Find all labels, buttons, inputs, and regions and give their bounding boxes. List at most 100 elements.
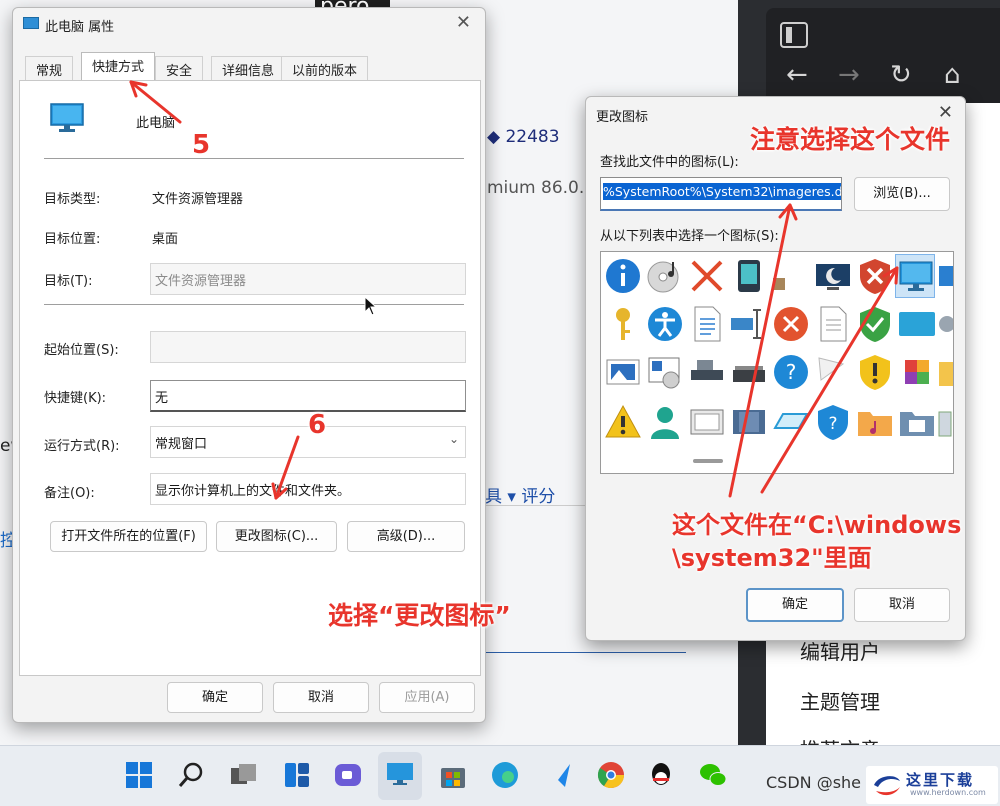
- target-type-label: 目标类型:: [44, 192, 101, 207]
- menu-item-recommend[interactable]: 推荐文章: [800, 734, 880, 745]
- drive-tag-icon[interactable]: [771, 402, 811, 442]
- cd-audio-icon[interactable]: [645, 256, 685, 296]
- icon-file-path-value: %SystemRoot%\System32\imageres.dll: [603, 183, 841, 200]
- accessibility-icon[interactable]: [645, 304, 685, 344]
- annotation-note-location: 这个文件在“C:\windows: [672, 511, 962, 539]
- edge-icon[interactable]: [490, 760, 520, 790]
- info-icon[interactable]: [603, 256, 643, 296]
- scanner-icon[interactable]: [729, 352, 769, 392]
- icon-list-label: 从以下列表中选择一个图标(S):: [600, 229, 779, 244]
- folder-icon[interactable]: [937, 352, 954, 392]
- help-icon[interactable]: ?: [771, 352, 811, 392]
- sleep-monitor-icon[interactable]: [813, 256, 853, 296]
- shortcut-key-label: 快捷键(K):: [44, 391, 107, 406]
- key-icon[interactable]: [603, 304, 643, 344]
- refresh-icon[interactable]: ↻: [890, 60, 912, 90]
- window-icon[interactable]: [937, 256, 954, 296]
- cancel-button[interactable]: 取消: [854, 588, 950, 622]
- chat-icon[interactable]: [333, 760, 363, 790]
- close-icon[interactable]: ✕: [456, 12, 471, 33]
- flag-icon[interactable]: [813, 352, 853, 392]
- home-icon[interactable]: ⌂: [944, 60, 961, 90]
- shield-error-icon[interactable]: [855, 256, 895, 296]
- shield-ok-icon[interactable]: [855, 304, 895, 344]
- tab-actions-icon[interactable]: [780, 22, 808, 48]
- scrollbar-thumb[interactable]: [693, 459, 723, 463]
- ok-button[interactable]: 确定: [746, 588, 844, 622]
- icon-file-path-input[interactable]: %SystemRoot%\System32\imageres.dll: [600, 177, 842, 211]
- screen-icon[interactable]: [897, 304, 937, 344]
- selected-icon-cell[interactable]: [895, 254, 935, 298]
- background-partial-text: 具 ▾ 评分: [485, 487, 556, 507]
- target-location-value: 桌面: [152, 232, 179, 247]
- drive-icon[interactable]: [687, 352, 727, 392]
- annotation-note-file: 注意选择这个文件: [750, 125, 951, 154]
- shortcut-tab-panel: 此电脑 目标类型: 文件资源管理器 目标位置: 桌面 目标(T): 文件资源管理…: [19, 80, 481, 676]
- programs-icon[interactable]: [897, 352, 937, 392]
- chrome-icon[interactable]: [596, 760, 626, 790]
- monitor-icon: [387, 763, 413, 785]
- start-in-label: 起始位置(S):: [44, 343, 119, 358]
- tab-security[interactable]: 安全: [155, 56, 204, 80]
- task-view-icon[interactable]: [229, 760, 259, 790]
- package-icon[interactable]: [771, 256, 811, 296]
- document-icon[interactable]: [687, 304, 727, 344]
- background-divider: [486, 505, 586, 506]
- ok-button[interactable]: 确定: [167, 682, 263, 713]
- menu-item-theme[interactable]: 主题管理: [800, 686, 880, 715]
- tab-general[interactable]: 常规: [25, 56, 74, 80]
- advanced-button[interactable]: 高级(D)...: [347, 521, 465, 552]
- error-icon[interactable]: [771, 304, 811, 344]
- media-frame-icon[interactable]: [687, 402, 727, 442]
- start-in-field: [150, 331, 466, 363]
- change-icon-button[interactable]: 更改图标(C)...: [216, 521, 337, 552]
- red-x-icon[interactable]: [687, 256, 727, 296]
- shield-warning-icon[interactable]: [855, 352, 895, 392]
- svg-text:?: ?: [786, 360, 797, 384]
- network-icon[interactable]: [729, 304, 769, 344]
- start-icon[interactable]: [124, 760, 154, 790]
- tab-details[interactable]: 详细信息: [211, 56, 286, 80]
- shortcut-key-field[interactable]: 无: [150, 380, 466, 412]
- documents-folder-icon[interactable]: [897, 402, 937, 442]
- tab-shortcut[interactable]: 快捷方式: [81, 52, 156, 80]
- cd-window-icon[interactable]: [645, 352, 685, 392]
- browse-button[interactable]: 浏览(B)...: [854, 177, 950, 211]
- wechat-icon[interactable]: [698, 760, 728, 790]
- run-label: 运行方式(R):: [44, 439, 120, 454]
- device-icon[interactable]: [729, 256, 769, 296]
- shield-help-icon[interactable]: ?: [813, 402, 853, 442]
- dialog-title: 更改图标: [596, 110, 649, 125]
- tab-previous-versions[interactable]: 以前的版本: [281, 56, 369, 80]
- chevron-down-icon: ⌄: [448, 432, 459, 446]
- music-folder-icon[interactable]: [855, 402, 895, 442]
- qq-icon[interactable]: [646, 760, 676, 790]
- forward-icon[interactable]: →: [838, 60, 860, 90]
- user-icon[interactable]: [645, 402, 685, 442]
- site-watermark: 这里下载 www.herdown.com: [866, 766, 998, 804]
- item-name: 此电脑: [136, 116, 176, 131]
- picture-icon[interactable]: [603, 352, 643, 392]
- store-icon[interactable]: [438, 760, 468, 790]
- tab-bar: 常规 快捷方式 安全 详细信息 以前的版本: [19, 52, 481, 80]
- target-field: 文件资源管理器: [150, 263, 466, 295]
- back-icon[interactable]: ←: [786, 60, 808, 90]
- icon-list[interactable]: ? ?: [600, 251, 954, 474]
- target-type-value: 文件资源管理器: [152, 192, 244, 207]
- blank-document-icon[interactable]: [813, 304, 853, 344]
- folder-icon[interactable]: [937, 402, 954, 442]
- feishu-icon[interactable]: [543, 760, 573, 790]
- monitor-icon: [50, 103, 84, 132]
- open-file-location-button[interactable]: 打开文件所在的位置(F): [50, 521, 207, 552]
- gear-icon[interactable]: [937, 304, 954, 344]
- cancel-button[interactable]: 取消: [273, 682, 369, 713]
- search-icon[interactable]: [176, 760, 206, 790]
- film-icon[interactable]: [729, 402, 769, 442]
- widgets-icon[interactable]: [282, 760, 312, 790]
- warning-icon[interactable]: [603, 402, 643, 442]
- divider: [44, 158, 464, 159]
- taskbar-active-item[interactable]: [378, 752, 422, 800]
- site-watermark-url: www.herdown.com: [910, 788, 986, 797]
- comment-field[interactable]: 显示你计算机上的文件和文件夹。: [150, 473, 466, 505]
- annotation-note-choose: 选择“更改图标”: [328, 601, 511, 630]
